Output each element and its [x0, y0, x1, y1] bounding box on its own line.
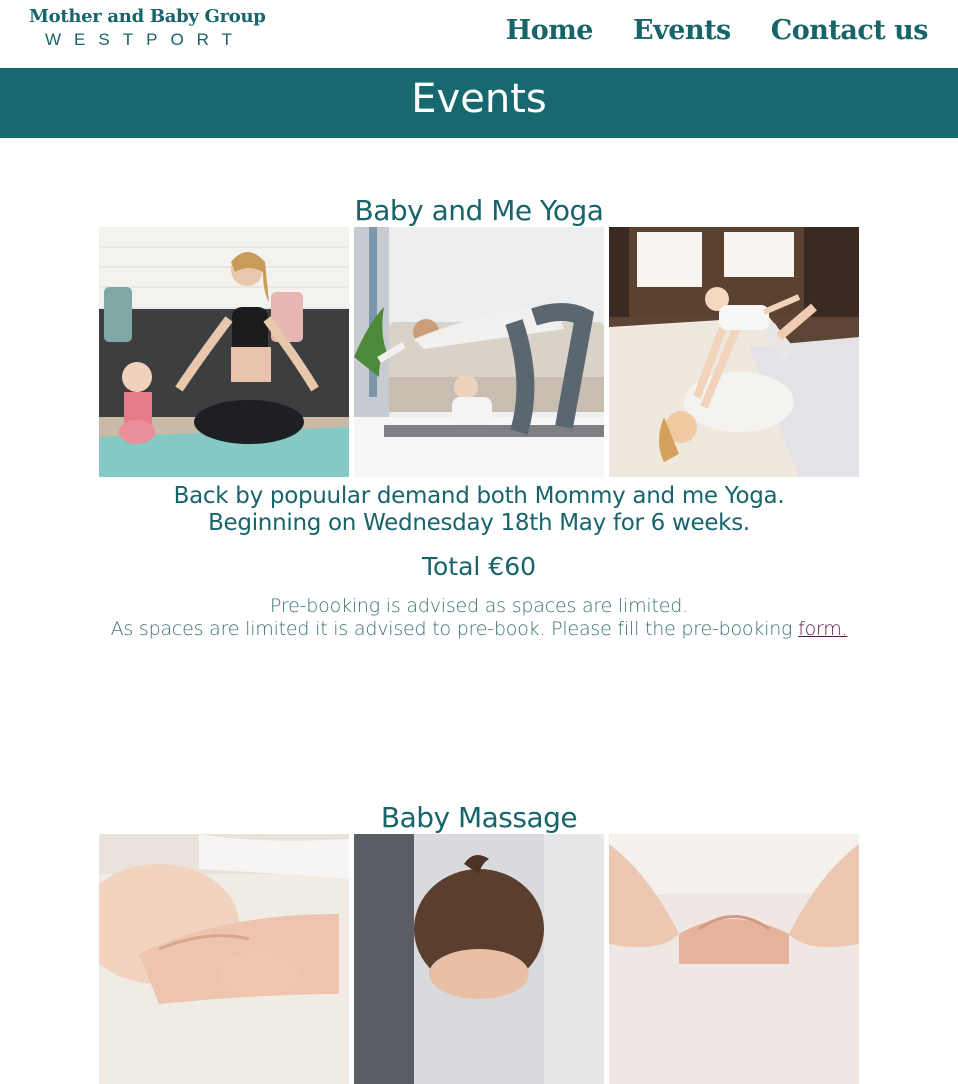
- booking-note-line-1: Pre-booking is advised as spaces are lim…: [270, 595, 688, 617]
- booking-note-text: As spaces are limited it is advised to p…: [110, 618, 799, 640]
- main-nav: Home Events Contact us: [506, 15, 929, 46]
- event-description: Back by popuular demand both Mommy and m…: [0, 483, 958, 537]
- page-title: Events: [411, 76, 547, 122]
- site-header: Mother and Baby Group WESTPORT Home Even…: [0, 0, 958, 68]
- page-title-banner: Events: [0, 68, 958, 138]
- logo-subtitle: WESTPORT: [45, 30, 246, 49]
- nav-home-link[interactable]: Home: [506, 15, 594, 46]
- yoga-photo-2: [354, 227, 604, 477]
- event-title: Baby and Me Yoga: [354, 194, 604, 227]
- description-line-1: Back by popuular demand both Mommy and m…: [173, 483, 785, 509]
- nav-contact-link[interactable]: Contact us: [771, 15, 929, 46]
- booking-note-line-2: As spaces are limited it is advised to p…: [0, 618, 958, 641]
- description-line-2: Beginning on Wednesday 18th May for 6 we…: [208, 510, 750, 536]
- prebooking-form-link[interactable]: form.: [798, 618, 848, 640]
- event-gallery: [0, 834, 958, 1084]
- yoga-photo-3: [609, 227, 859, 477]
- event-price: Total €60: [421, 552, 537, 581]
- massage-photo-2: [354, 834, 604, 1084]
- event-booking-note: Pre-booking is advised as spaces are lim…: [0, 595, 958, 641]
- logo-title: Mother and Baby Group: [29, 6, 266, 27]
- event-massage-section: Baby Massage: [0, 801, 958, 1084]
- massage-photo-1: [99, 834, 349, 1084]
- event-gallery: [0, 227, 958, 477]
- nav-events-link[interactable]: Events: [633, 15, 731, 46]
- site-logo[interactable]: Mother and Baby Group WESTPORT: [29, 6, 266, 50]
- event-yoga-section: Baby and Me Yoga Back by popuular demand…: [0, 194, 958, 641]
- massage-photo-3: [609, 834, 859, 1084]
- event-title: Baby Massage: [380, 801, 578, 834]
- yoga-photo-1: [99, 227, 349, 477]
